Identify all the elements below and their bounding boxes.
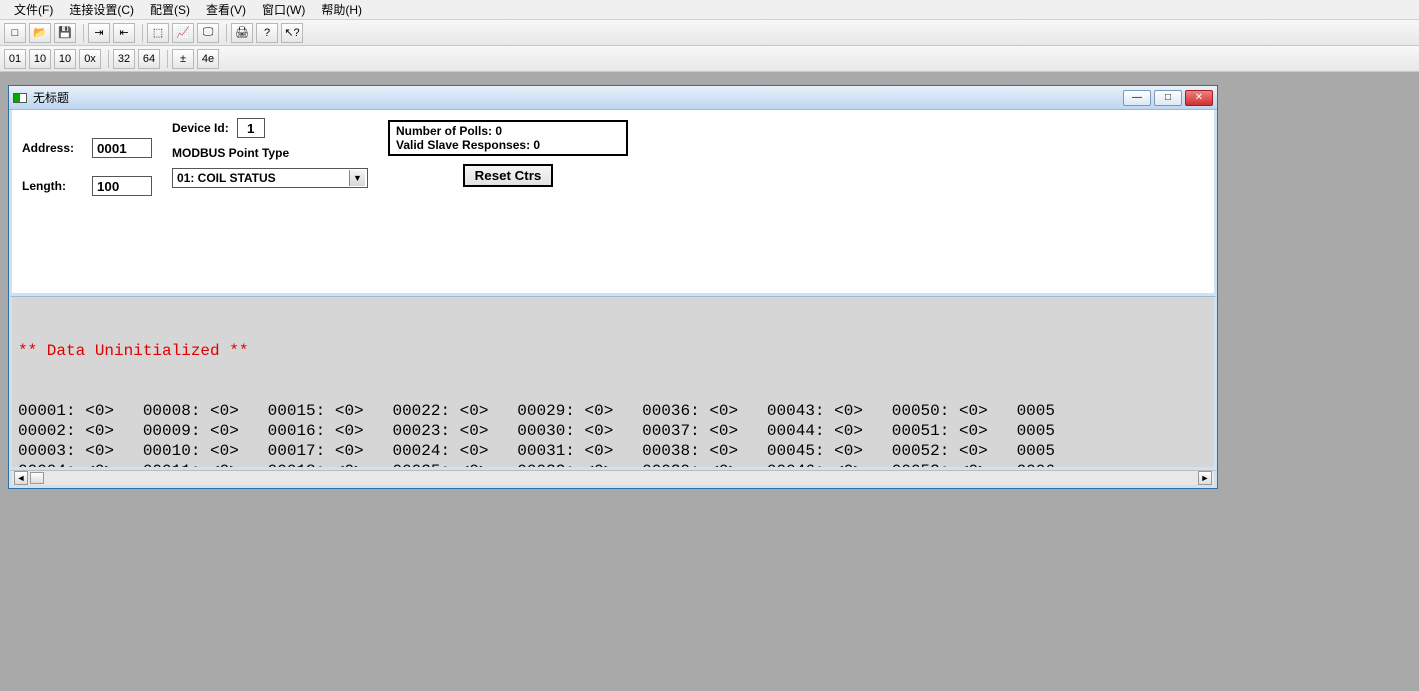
- toolbar-main: □📂💾 ⇥⇤ ⬚📈🖵 🖨?↖?: [0, 20, 1419, 46]
- toolbar1-btn-8[interactable]: 📈: [172, 23, 194, 43]
- toolbar2-btn-9[interactable]: 4e: [197, 49, 219, 69]
- data-grid: ** Data Uninitialized ** 00001: <0> 0000…: [9, 296, 1217, 470]
- data-grid-body: 00001: <0> 00008: <0> 00015: <0> 00022: …: [18, 401, 1208, 470]
- window-title: 无标题: [33, 89, 1123, 106]
- stats-box: Number of Polls: 0 Valid Slave Responses…: [388, 120, 628, 156]
- toolbar1-btn-7[interactable]: ⬚: [147, 23, 169, 43]
- toolbar1-btn-4[interactable]: ⇥: [88, 23, 110, 43]
- chevron-down-icon: ▼: [349, 170, 365, 186]
- device-id-label: Device Id:: [172, 121, 229, 135]
- menu-config[interactable]: 配置(S): [142, 0, 198, 20]
- minimize-button[interactable]: —: [1123, 90, 1151, 106]
- toolbar1-btn-12[interactable]: ?: [256, 23, 278, 43]
- toolbar1-btn-11[interactable]: 🖨: [231, 23, 253, 43]
- point-type-combo[interactable]: 01: COIL STATUS ▼: [172, 168, 368, 188]
- horizontal-scrollbar[interactable]: ◄ ►: [9, 470, 1217, 488]
- toolbar2-btn-6[interactable]: 64: [138, 49, 160, 69]
- point-type-label: MODBUS Point Type: [172, 146, 289, 160]
- reset-ctrs-button[interactable]: Reset Ctrs: [463, 164, 554, 187]
- menu-connection[interactable]: 连接设置(C): [61, 0, 142, 20]
- mdi-child-window: 无标题 — □ ✕ Address: Length: Device Id: MO…: [8, 85, 1218, 489]
- polls-label: Number of Polls: 0: [396, 124, 620, 138]
- close-button[interactable]: ✕: [1185, 90, 1213, 106]
- scroll-right-button[interactable]: ►: [1198, 471, 1212, 485]
- scroll-thumb[interactable]: [30, 472, 44, 484]
- window-icon: [13, 93, 27, 103]
- length-label: Length:: [22, 179, 84, 193]
- menu-help[interactable]: 帮助(H): [313, 0, 370, 20]
- toolbar-secondary: 0110100x3264±4e: [0, 46, 1419, 72]
- toolbar2-btn-8[interactable]: ±: [172, 49, 194, 69]
- menu-window[interactable]: 窗口(W): [254, 0, 313, 20]
- menu-file[interactable]: 文件(F): [6, 0, 61, 20]
- toolbar2-btn-5[interactable]: 32: [113, 49, 135, 69]
- child-titlebar[interactable]: 无标题 — □ ✕: [9, 86, 1217, 110]
- toolbar1-btn-0[interactable]: □: [4, 23, 26, 43]
- toolbar2-btn-2[interactable]: 10: [54, 49, 76, 69]
- toolbar1-btn-5[interactable]: ⇤: [113, 23, 135, 43]
- maximize-button[interactable]: □: [1154, 90, 1182, 106]
- valid-responses-label: Valid Slave Responses: 0: [396, 138, 620, 152]
- toolbar2-btn-1[interactable]: 10: [29, 49, 51, 69]
- device-id-input[interactable]: [237, 118, 265, 138]
- toolbar1-btn-9[interactable]: 🖵: [197, 23, 219, 43]
- toolbar2-btn-3[interactable]: 0x: [79, 49, 101, 69]
- form-panel: Address: Length: Device Id: MODBUS Point…: [9, 110, 1217, 296]
- point-type-value: 01: COIL STATUS: [177, 171, 276, 185]
- scroll-left-button[interactable]: ◄: [14, 471, 28, 485]
- toolbar2-btn-0[interactable]: 01: [4, 49, 26, 69]
- length-input[interactable]: [92, 176, 152, 196]
- data-grid-header: ** Data Uninitialized **: [18, 341, 1208, 361]
- menu-view[interactable]: 查看(V): [198, 0, 254, 20]
- toolbar1-btn-13[interactable]: ↖?: [281, 23, 303, 43]
- address-input[interactable]: [92, 138, 152, 158]
- toolbar1-btn-2[interactable]: 💾: [54, 23, 76, 43]
- scroll-track[interactable]: [28, 472, 1198, 484]
- address-label: Address:: [22, 141, 84, 155]
- menu-bar: 文件(F) 连接设置(C) 配置(S) 查看(V) 窗口(W) 帮助(H): [0, 0, 1419, 20]
- toolbar1-btn-1[interactable]: 📂: [29, 23, 51, 43]
